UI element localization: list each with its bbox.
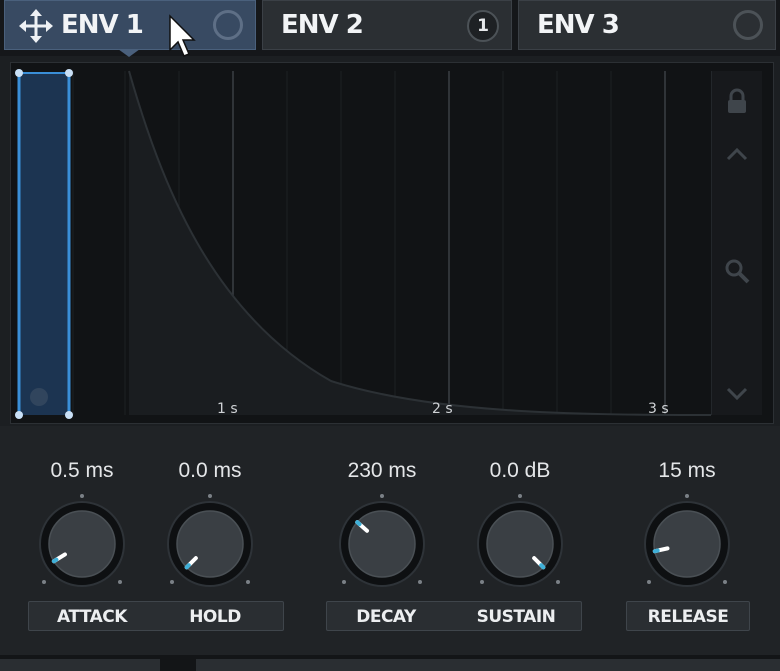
time-label-3s: 3 s bbox=[648, 401, 669, 417]
knob-max-tick bbox=[418, 580, 422, 584]
release-value[interactable]: 15 ms bbox=[617, 459, 757, 483]
decay-label: DECAY bbox=[356, 607, 416, 627]
chevron-up-icon[interactable] bbox=[723, 141, 751, 169]
time-label-2s: 2 s bbox=[432, 401, 453, 417]
env3-activity-ring-icon bbox=[733, 10, 763, 40]
tab-env2[interactable]: ENV 2 1 bbox=[262, 0, 512, 50]
envelope-node-hold-end[interactable] bbox=[65, 69, 73, 77]
tab-env1-label: ENV 1 bbox=[61, 10, 144, 40]
env2-mod-count-badge: 1 bbox=[467, 10, 499, 42]
knob-min-tick bbox=[480, 580, 484, 584]
sustain-knob[interactable] bbox=[470, 494, 570, 594]
decay-value[interactable]: 230 ms bbox=[312, 459, 452, 483]
knob-max-tick bbox=[246, 580, 250, 584]
knob-mid-tick bbox=[380, 494, 384, 498]
knob-min-tick bbox=[342, 580, 346, 584]
envelope-knobs-panel: 0.5 ms 0.0 ms 230 ms 0.0 dB 15 ms ATTACK… bbox=[0, 426, 780, 671]
bottom-strip-segment-right bbox=[196, 659, 780, 671]
knob-indicator-tip bbox=[652, 548, 660, 554]
knob-max-tick bbox=[556, 580, 560, 584]
knob-body bbox=[653, 510, 721, 578]
hold-label: HOLD bbox=[189, 607, 241, 627]
sustain-label: SUSTAIN bbox=[476, 607, 556, 627]
knob-mid-tick bbox=[518, 494, 522, 498]
playback-position-indicator bbox=[30, 388, 48, 406]
knob-max-tick bbox=[118, 580, 122, 584]
bottom-strip-segment-left bbox=[0, 659, 160, 671]
knob-min-tick bbox=[42, 580, 46, 584]
tab-env1[interactable]: ENV 1 bbox=[4, 0, 256, 50]
active-tab-pointer bbox=[118, 49, 140, 57]
envelope-node-decay-start[interactable] bbox=[65, 411, 73, 419]
lock-icon[interactable] bbox=[723, 87, 751, 115]
release-knob[interactable] bbox=[637, 494, 737, 594]
tab-env3-label: ENV 3 bbox=[537, 10, 620, 40]
knob-indicator-tip bbox=[51, 557, 59, 564]
envelope-graph[interactable] bbox=[11, 63, 711, 423]
knob-indicator-tip bbox=[184, 563, 191, 570]
bottom-strip bbox=[0, 655, 780, 671]
knob-body bbox=[348, 510, 416, 578]
envelope-node-origin[interactable] bbox=[15, 411, 23, 419]
attack-label: ATTACK bbox=[57, 607, 127, 627]
graph-side-toolbar bbox=[711, 71, 762, 415]
attack-value[interactable]: 0.5 ms bbox=[12, 459, 152, 483]
hold-value[interactable]: 0.0 ms bbox=[140, 459, 280, 483]
knob-max-tick bbox=[723, 580, 727, 584]
envelope-node-attack-start[interactable] bbox=[15, 69, 23, 77]
hold-knob[interactable] bbox=[160, 494, 260, 594]
knob-indicator-tip bbox=[539, 563, 546, 570]
knob-body bbox=[48, 510, 116, 578]
chevron-down-icon[interactable] bbox=[723, 379, 751, 407]
envelope-decay-fill bbox=[129, 71, 711, 415]
tab-env2-label: ENV 2 bbox=[281, 10, 364, 40]
knob-indicator-tip bbox=[355, 520, 362, 527]
zoom-search-icon[interactable] bbox=[723, 257, 751, 285]
mouse-cursor-icon bbox=[169, 14, 196, 57]
envelope-tabs: ENV 1 ENV 2 1 ENV 3 bbox=[0, 0, 780, 57]
knob-min-tick bbox=[647, 580, 651, 584]
knob-mid-tick bbox=[208, 494, 212, 498]
decay-knob[interactable] bbox=[332, 494, 432, 594]
knob-mid-tick bbox=[685, 494, 689, 498]
knob-min-tick bbox=[170, 580, 174, 584]
time-label-1s: 1 s bbox=[217, 401, 238, 417]
attack-knob[interactable] bbox=[32, 494, 132, 594]
envelope-segment-region[interactable] bbox=[19, 73, 69, 415]
move-icon[interactable] bbox=[19, 9, 53, 43]
release-label: RELEASE bbox=[647, 607, 729, 627]
sustain-value[interactable]: 0.0 dB bbox=[450, 459, 590, 483]
envelope-graph-panel[interactable]: 1 s 2 s 3 s bbox=[10, 62, 774, 424]
tab-env3[interactable]: ENV 3 bbox=[518, 0, 776, 50]
env1-activity-ring-icon bbox=[213, 10, 243, 40]
knob-mid-tick bbox=[80, 494, 84, 498]
